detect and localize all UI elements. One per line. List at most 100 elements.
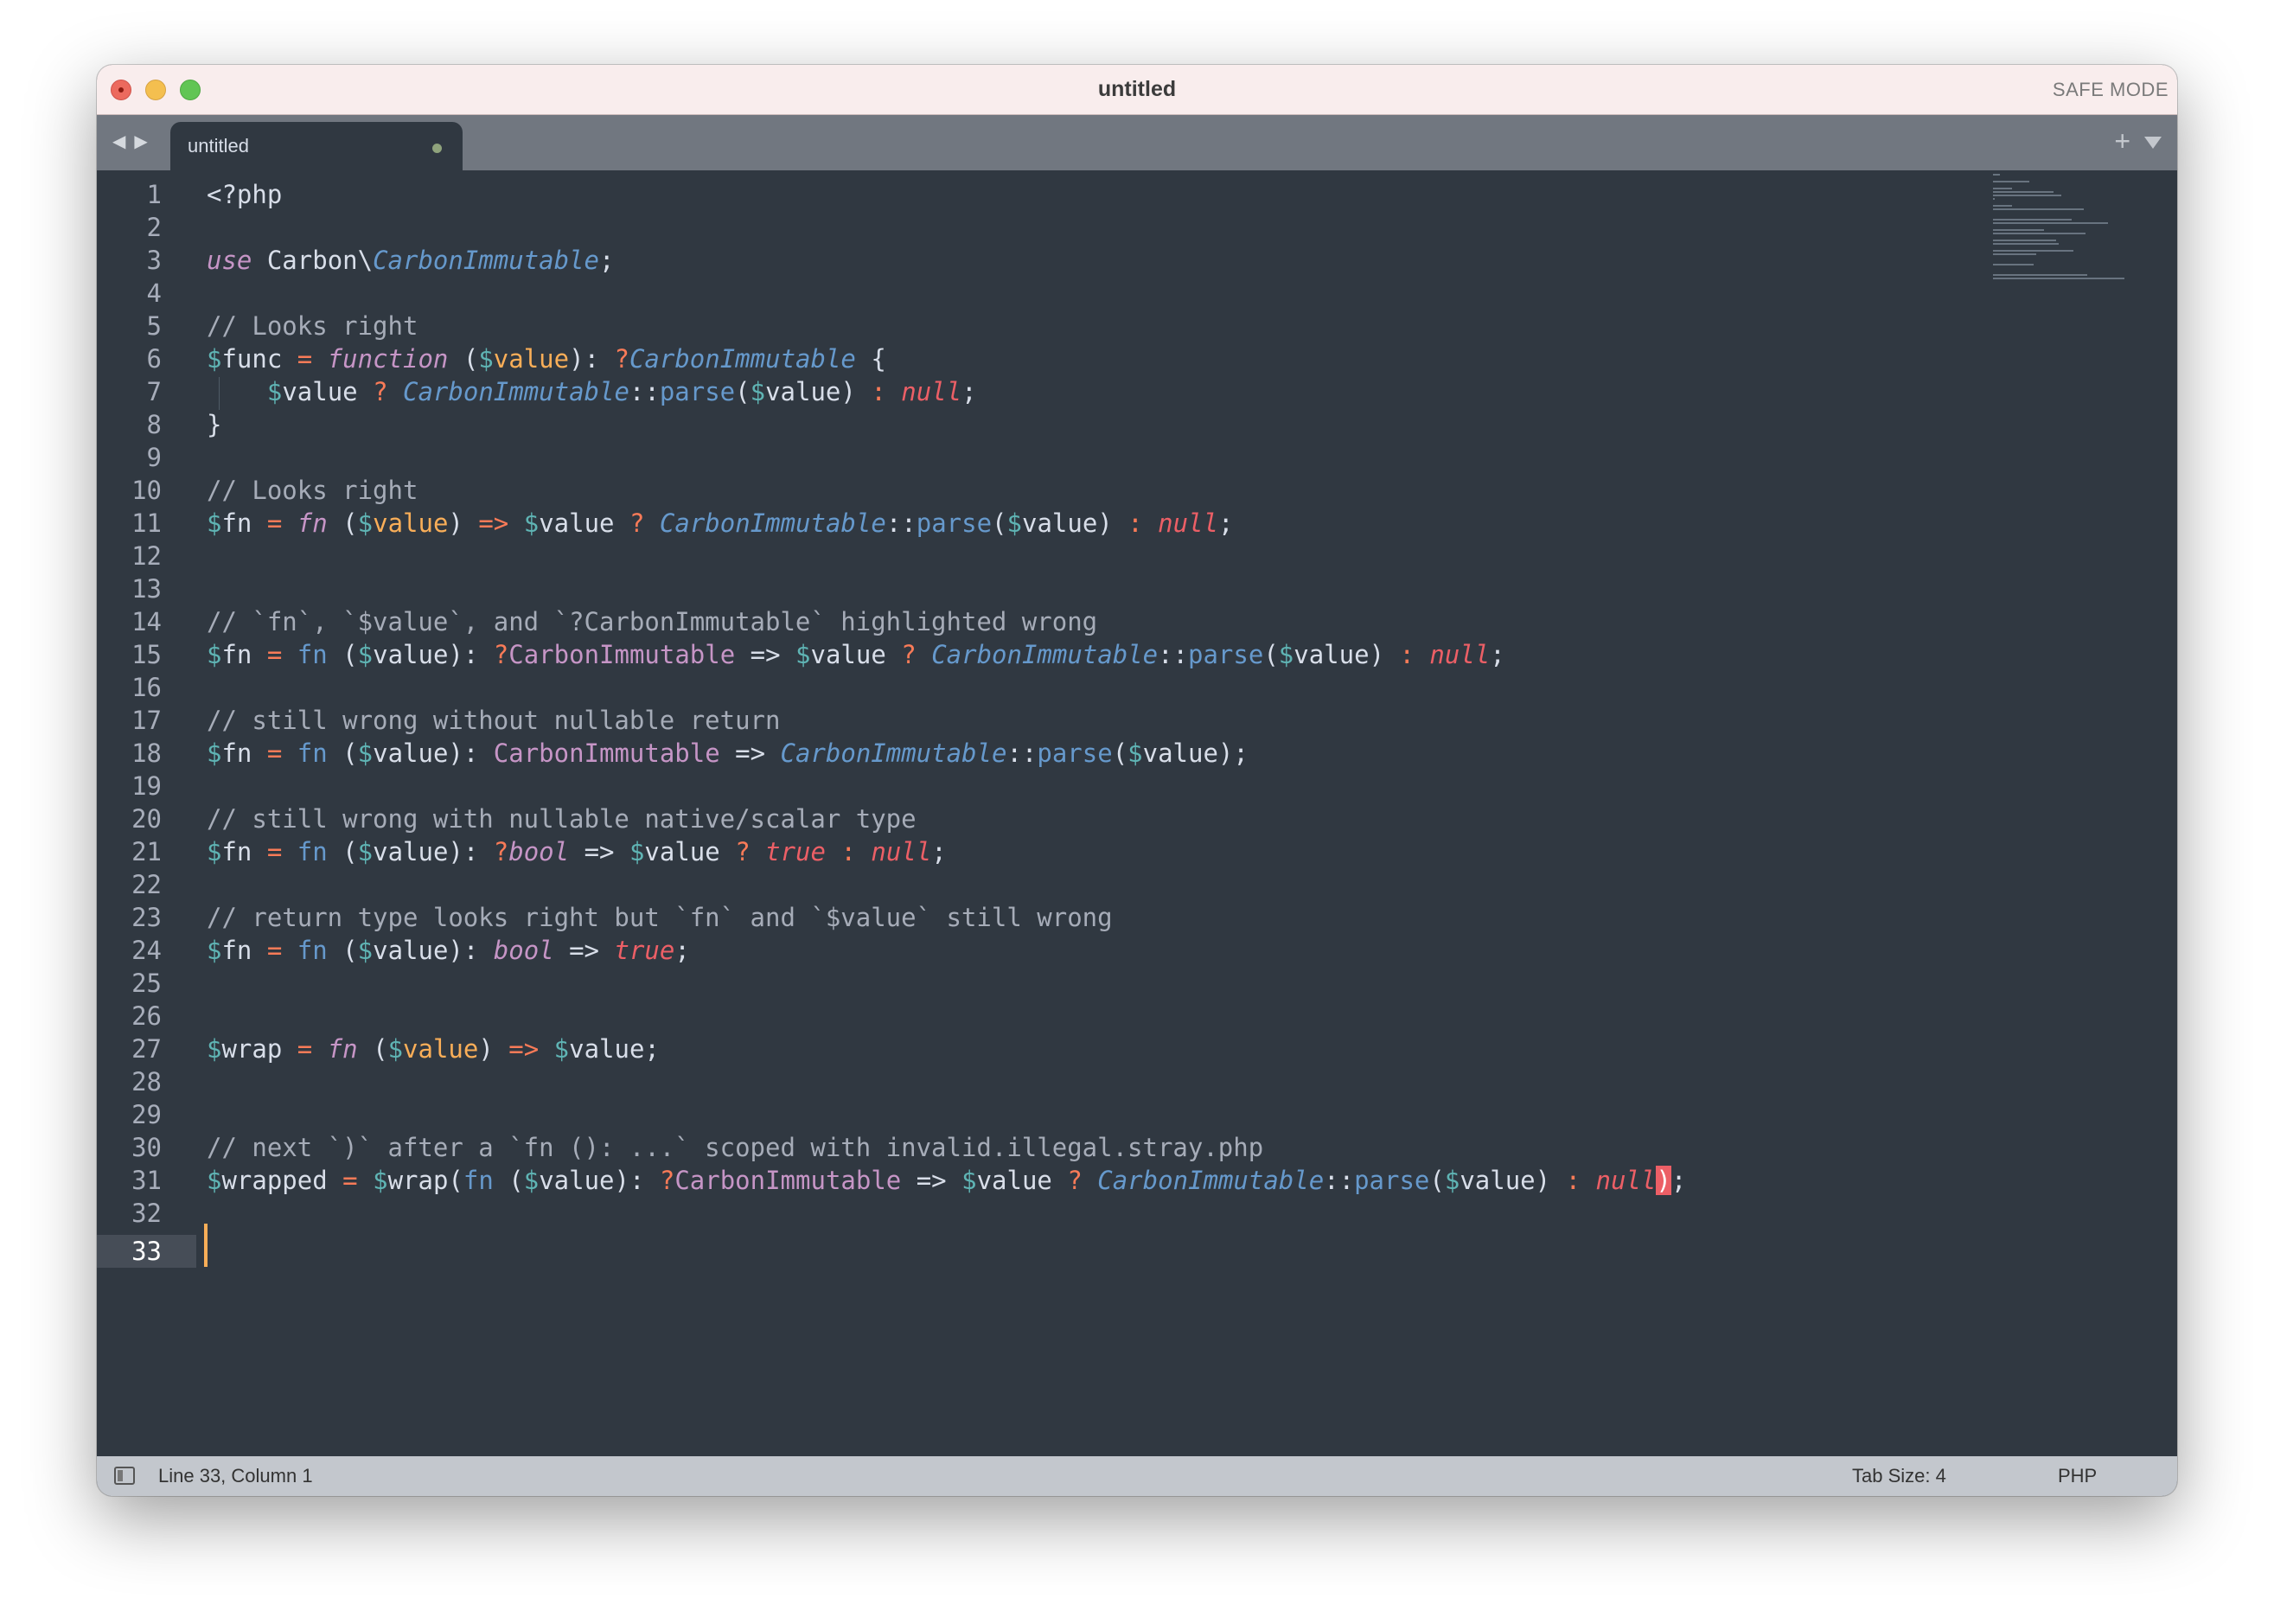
code-token: CarbonImmutable	[403, 377, 629, 406]
code-token: value)	[1293, 640, 1400, 669]
tab-size-selector[interactable]: Tab Size: 4	[1852, 1456, 1946, 1496]
code-token: fn	[463, 1166, 494, 1195]
code-line[interactable]: $wrap = fn ($value) => $value;	[207, 1033, 660, 1065]
code-token: ;	[598, 246, 615, 275]
code-token: )	[478, 1034, 509, 1064]
code-token: ):	[569, 344, 615, 374]
code-token: )	[1656, 1166, 1671, 1195]
code-token: ;	[1670, 1166, 1687, 1195]
code-token: $	[357, 738, 374, 768]
tab-untitled[interactable]: untitled	[170, 122, 463, 170]
editor-area[interactable]: 1 2 3 4 5 6 7 8 9 10 11 12 13 14 15 16 17 18 19 20 21 22 23 24 2…	[97, 170, 2177, 1456]
code-line[interactable]: // `fn`, `$value`, and `?CarbonImmutable…	[207, 605, 1097, 638]
code-token: =	[297, 1034, 313, 1064]
code-token: {	[855, 344, 886, 374]
code-token: ?	[493, 640, 509, 669]
minimap-line	[1993, 229, 2044, 231]
code-line[interactable]: // Looks right	[207, 310, 418, 342]
line-number: 7	[146, 377, 162, 406]
code-token: CarbonImmutable	[931, 640, 1159, 669]
code-token: =>	[901, 1166, 962, 1195]
unsaved-dot-icon[interactable]	[432, 144, 442, 153]
code-token: $	[357, 936, 374, 965]
line-number: 11	[131, 508, 162, 538]
code-token: wrap	[221, 1034, 297, 1064]
code-line[interactable]: $wrapped = $wrap(fn ($value): ?CarbonImm…	[207, 1164, 1686, 1197]
code-token: :	[1399, 640, 1415, 669]
line-number: 2	[146, 213, 162, 242]
code-token: value	[539, 508, 629, 538]
sidebar-icon[interactable]	[114, 1467, 135, 1485]
code-token: ;	[1490, 640, 1505, 669]
code-token: }	[207, 410, 222, 439]
line-number: 28	[131, 1067, 162, 1097]
code-token: $	[795, 640, 811, 669]
code-line[interactable]: $fn = fn ($value): bool => true;	[207, 934, 690, 967]
code-token: =	[266, 508, 283, 538]
minimap-line	[1993, 219, 2073, 221]
minimap[interactable]	[1984, 170, 2170, 309]
line-number: 27	[131, 1034, 162, 1064]
code-token: (	[327, 837, 358, 866]
code-token: fn	[221, 738, 267, 768]
code-token: (	[327, 508, 358, 538]
code-token: true	[765, 837, 826, 866]
code-line[interactable]: $fn = fn ($value): CarbonImmutable => Ca…	[207, 737, 1249, 770]
syntax-selector[interactable]: PHP	[2058, 1456, 2097, 1496]
code-token: $	[207, 738, 222, 768]
code-line[interactable]: }	[207, 408, 221, 441]
code-token: :	[871, 377, 886, 406]
code-line[interactable]: $func = function ($value): ?CarbonImmuta…	[207, 342, 886, 375]
code-token: $	[357, 508, 374, 538]
code-line[interactable]: // still wrong with nullable native/scal…	[207, 802, 917, 835]
code-token: value):	[373, 738, 494, 768]
code-line[interactable]: $fn = fn ($value): ?CarbonImmutable => $…	[207, 638, 1505, 671]
triangle-down-icon[interactable]	[2144, 137, 2162, 149]
code-line[interactable]: // Looks right	[207, 474, 418, 507]
code-token: =	[266, 640, 283, 669]
minimap-line	[1993, 181, 2029, 182]
code-token: =>	[719, 738, 781, 768]
code-token: ;	[961, 377, 977, 406]
code-token: )	[448, 508, 479, 538]
code-line[interactable]: <?php	[207, 178, 282, 211]
chevron-right-icon[interactable]: ▶	[134, 132, 147, 151]
code-token: null	[1429, 640, 1491, 669]
code-token: $	[357, 640, 374, 669]
line-number: 5	[146, 311, 162, 341]
code-token: (	[1112, 738, 1128, 768]
code-line[interactable]: // return type looks right but `fn` and …	[207, 901, 1113, 934]
code-token: ::	[1006, 738, 1038, 768]
code-token: // `fn`, `$value`, and `?CarbonImmutable…	[207, 607, 1098, 636]
code-token: $	[207, 1166, 222, 1195]
minimap-line	[1993, 208, 2085, 210]
code-token: ?	[901, 640, 917, 669]
code-token: parse	[1037, 738, 1113, 768]
code-token: ::	[1158, 640, 1189, 669]
code-line[interactable]: // next `)` after a `fn (): ...` scoped …	[207, 1131, 1263, 1164]
line-number: 23	[131, 903, 162, 932]
code-token: value	[282, 377, 374, 406]
chevron-left-icon[interactable]: ◀	[112, 132, 125, 151]
code-line[interactable]: $value ? CarbonImmutable::parse($value) …	[207, 375, 977, 408]
line-number: 32	[131, 1199, 162, 1228]
code-token: =>	[735, 640, 796, 669]
code-token: (	[735, 377, 751, 406]
line-number: 22	[131, 870, 162, 899]
plus-icon[interactable]: +	[2114, 127, 2130, 155]
line-number: 10	[131, 476, 162, 505]
cursor-position[interactable]: Line 33, Column 1	[158, 1456, 313, 1496]
code-line[interactable]: use Carbon\CarbonImmutable;	[207, 244, 614, 277]
code-line[interactable]: // still wrong without nullable return	[207, 704, 780, 737]
line-number: 25	[131, 969, 162, 998]
code-line[interactable]: $fn = fn ($value) => $value ? CarbonImmu…	[207, 507, 1233, 540]
code-token: =>	[478, 508, 509, 538]
code-line[interactable]: $fn = fn ($value): ?bool => $value ? tru…	[207, 835, 947, 868]
line-number: 1	[146, 180, 162, 209]
code-token: value	[403, 1034, 479, 1064]
minimap-line	[1993, 222, 2109, 224]
minimap-line	[1993, 191, 2054, 193]
